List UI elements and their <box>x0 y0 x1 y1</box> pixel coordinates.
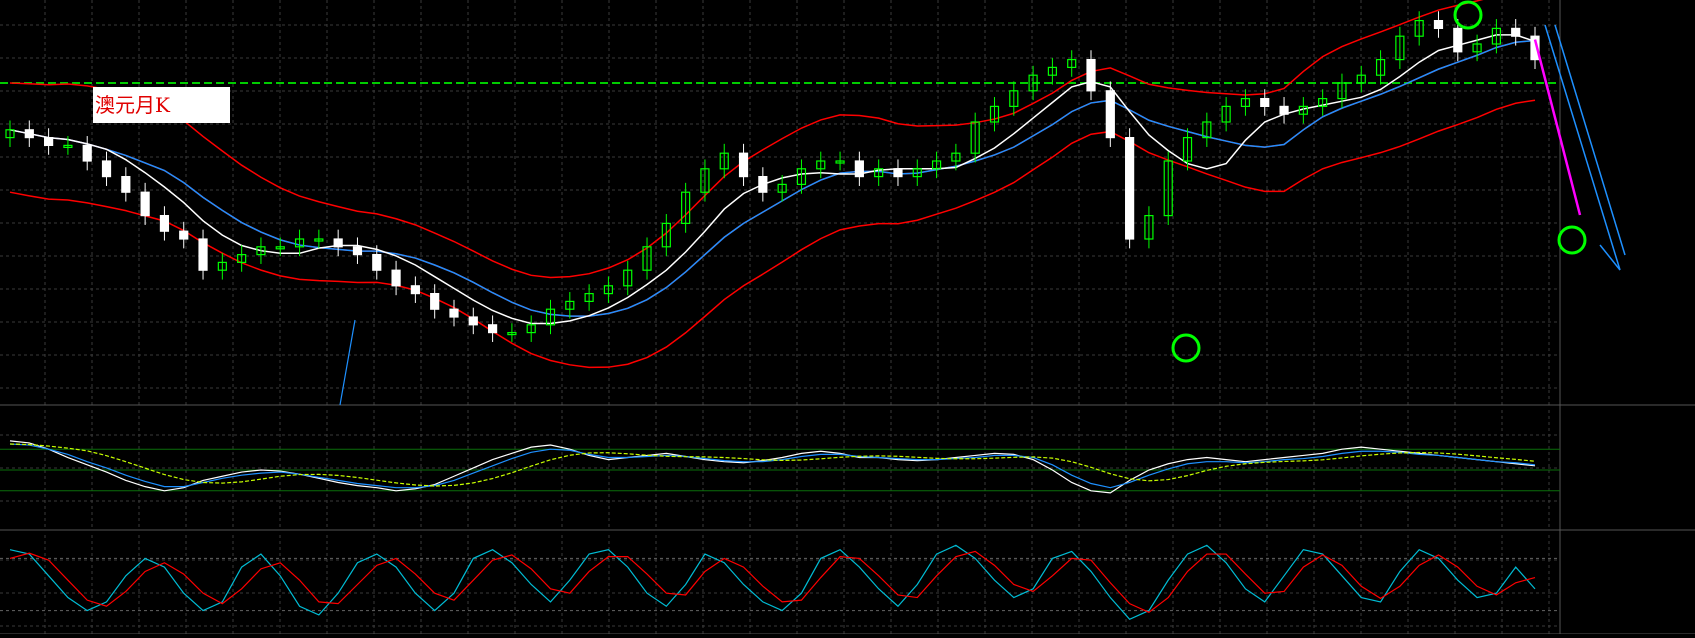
chart-canvas <box>0 0 1695 635</box>
candle-body <box>854 160 864 178</box>
circle-marker <box>1171 333 1201 363</box>
candle-body <box>140 191 150 217</box>
candle-body <box>352 246 363 256</box>
chart-title-label: 澳元月K <box>93 87 230 123</box>
oscillator-signal-line <box>9 443 1536 487</box>
candle-body <box>24 129 34 139</box>
circle-marker <box>1453 0 1483 30</box>
candle-body <box>372 254 382 271</box>
stochastic-series-line <box>9 544 1536 621</box>
forecast-line-blue-2 <box>1554 24 1626 256</box>
stochastic-series-line <box>9 550 1536 614</box>
candle-body <box>159 215 170 232</box>
candle-body <box>449 308 459 318</box>
candle-body <box>179 230 189 240</box>
candle-body <box>1453 27 1463 53</box>
candle-body <box>410 285 420 295</box>
candle-body <box>391 269 401 287</box>
candle-body <box>1279 105 1289 115</box>
candle-body <box>198 238 208 271</box>
oscillator-series-line <box>9 440 1536 494</box>
candle-body <box>468 316 478 326</box>
candle-body <box>1086 58 1096 92</box>
chart-area: 澳元月K <box>0 0 1695 635</box>
candle-body <box>1260 97 1270 107</box>
candle-body <box>430 293 440 310</box>
candle-body <box>44 137 54 147</box>
trendline <box>339 319 356 406</box>
candle-body <box>121 176 131 193</box>
candle-body <box>333 238 343 248</box>
candle-body <box>1125 137 1135 240</box>
candle-body <box>487 324 498 334</box>
candle-body <box>1511 27 1521 37</box>
candle-body <box>1433 20 1444 30</box>
candle-body <box>758 176 768 193</box>
bollinger-lower <box>9 99 1536 369</box>
candle-body <box>82 144 92 162</box>
ma-fast-line <box>9 34 1536 325</box>
bollinger-upper <box>9 0 1484 279</box>
forecast-arrowhead <box>1599 244 1621 271</box>
candle-body <box>101 160 112 178</box>
oscillator-series-line <box>9 443 1536 489</box>
candle-body <box>1105 90 1115 139</box>
candle-body <box>738 152 749 178</box>
circle-marker <box>1557 225 1587 255</box>
candle-body <box>893 168 903 178</box>
